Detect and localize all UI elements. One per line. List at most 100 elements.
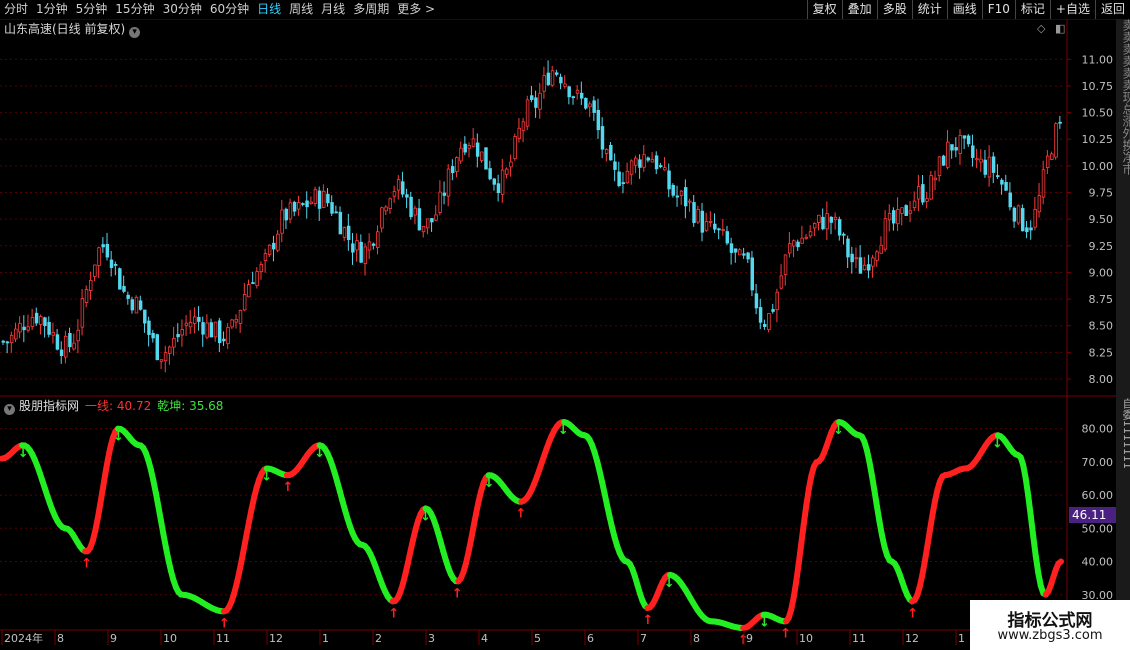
candle-body: [900, 207, 904, 214]
candle-body: [796, 241, 800, 248]
candle-body: [467, 145, 472, 149]
candle-body: [584, 97, 588, 109]
candle-body: [263, 253, 268, 261]
candle-body: [272, 242, 276, 250]
candle-body: [521, 121, 526, 131]
candle-body: [26, 326, 31, 331]
candle-body: [925, 198, 929, 202]
candle-body: [1016, 205, 1021, 224]
candle-body: [604, 149, 609, 154]
candle-body: [234, 318, 239, 323]
candle-body: [738, 249, 742, 256]
candle-body: [226, 327, 230, 345]
candle-body: [417, 208, 422, 231]
candle-body: [1000, 179, 1004, 185]
candle-body: [530, 95, 534, 100]
candle-body: [118, 268, 122, 290]
candle-body: [717, 228, 721, 231]
candle-body: [388, 198, 393, 209]
candle-body: [359, 241, 363, 263]
candle-body: [513, 136, 517, 160]
candle-body: [646, 157, 650, 161]
candle-body: [617, 171, 621, 186]
candle-body: [455, 157, 459, 172]
candle-body: [134, 296, 139, 314]
candle-body: [588, 103, 592, 108]
x-tick-label: 10: [799, 632, 813, 645]
chart-canvas[interactable]: 11.00 10.75 10.50 10.25 10.00 9.75 9.50 9.25 9.0…: [0, 0, 1130, 650]
candle-body: [367, 241, 372, 251]
candle-body: [251, 282, 255, 285]
y-tick-label: 9.25: [1089, 240, 1114, 253]
candle-body: [284, 208, 288, 221]
candle-body: [371, 243, 376, 246]
candle-body: [101, 244, 105, 248]
candle-body: [929, 175, 933, 200]
candle-body: [205, 322, 209, 338]
candle-body: [138, 300, 143, 310]
candle-body: [517, 127, 521, 139]
candle-body: [675, 195, 680, 198]
candle-body: [654, 155, 659, 170]
candle-body: [301, 203, 305, 205]
candle-body: [987, 156, 992, 178]
candle-body: [771, 309, 775, 312]
y-tick-label: 10.75: [1082, 80, 1114, 93]
candle-body: [721, 229, 725, 231]
x-tick-label: 6: [587, 632, 594, 645]
candle-body: [921, 184, 925, 203]
candle-body: [904, 205, 908, 216]
buy-arrow-icon: ↑: [907, 606, 918, 621]
sell-arrow-icon: ↓: [558, 423, 569, 438]
y-tick-label: 10.50: [1082, 107, 1114, 120]
candle-body: [1012, 207, 1017, 222]
candle-body: [713, 223, 717, 230]
candle-body: [596, 109, 601, 131]
x-tick-label: 8: [693, 632, 700, 645]
buy-arrow-icon: ↑: [780, 626, 791, 641]
sell-arrow-icon: ↓: [664, 576, 675, 591]
candle-body: [567, 86, 571, 98]
candle-body: [1033, 208, 1037, 228]
candle-body: [180, 329, 184, 336]
candle-body: [14, 328, 18, 340]
buy-arrow-icon: ↑: [219, 616, 230, 631]
candle-body: [446, 168, 451, 197]
candle-body: [151, 332, 155, 339]
candle-body: [392, 191, 397, 197]
y-tick-label: 11.00: [1082, 53, 1114, 66]
x-tick-label: 3: [428, 632, 435, 645]
candle-body: [996, 175, 1000, 177]
y-tick-label: 8.25: [1089, 346, 1114, 359]
buy-arrow-icon: ↑: [388, 606, 399, 621]
candle-body: [808, 231, 813, 237]
candle-body: [93, 264, 97, 277]
candle-body: [351, 243, 355, 253]
candle-body: [51, 331, 55, 336]
candle-body: [317, 190, 322, 209]
candle-body: [247, 284, 251, 298]
candle-body: [1041, 169, 1046, 198]
y-tick-label: 8.00: [1089, 373, 1114, 386]
candle-body: [475, 142, 480, 157]
candle-body: [213, 321, 218, 338]
candle-body: [217, 320, 222, 344]
candle-body: [421, 225, 426, 233]
candle-body: [309, 201, 313, 205]
x-tick-label: 11: [852, 632, 866, 645]
y-tick-label: 9.50: [1089, 213, 1114, 226]
candle-body: [430, 218, 434, 223]
candle-body: [837, 219, 842, 236]
candle-body: [704, 221, 709, 231]
candle-body: [1020, 208, 1025, 232]
x-tick-label: 11: [216, 632, 230, 645]
candle-body: [1058, 121, 1062, 124]
candle-body: [305, 200, 309, 208]
x-tick-label: 12: [905, 632, 919, 645]
x-tick-label: 5: [534, 632, 541, 645]
candle-body: [276, 233, 280, 251]
candle-body: [192, 316, 197, 324]
candle-body: [147, 320, 151, 335]
candle-body: [176, 334, 180, 338]
sell-arrow-icon: ↓: [261, 469, 272, 484]
